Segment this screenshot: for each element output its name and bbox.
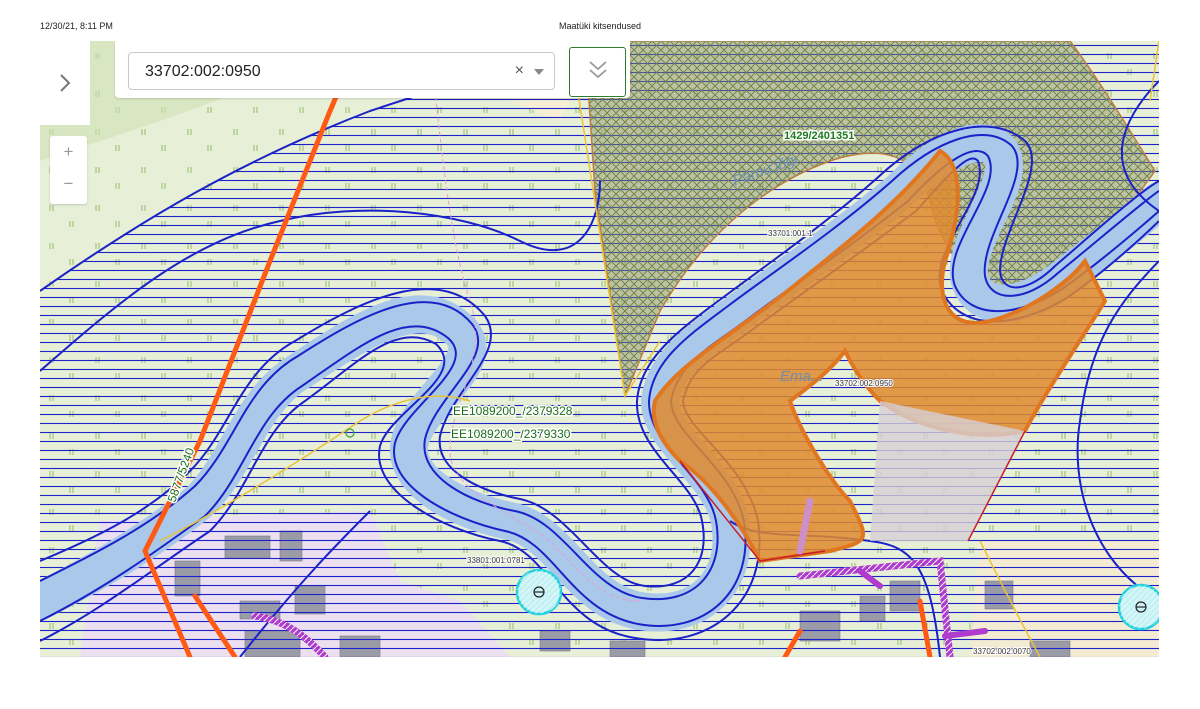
map-view[interactable]: 1429/2401351 EE1089200_/2379328 EE108920…	[40, 41, 1159, 657]
print-title: Maatüki kitsendused	[558, 21, 642, 31]
chevron-right-icon	[58, 72, 72, 98]
sidebar-expand-tab[interactable]	[40, 41, 90, 125]
label-parcel-a: 33801:001:0781	[467, 556, 525, 565]
clear-icon[interactable]: ×	[515, 62, 524, 80]
label-protected-area: 1429/2401351	[784, 130, 854, 142]
map-canvas[interactable]: 1429/2401351 EE1089200_/2379328 EE108920…	[40, 41, 1159, 657]
label-well-1: EE1089200_/2379328	[453, 404, 573, 418]
zoom-in-button[interactable]: +	[50, 136, 87, 168]
expand-details-button[interactable]	[569, 47, 626, 97]
double-chevron-down-icon	[589, 61, 607, 79]
label-well-2: EE1089200_/2379330	[451, 427, 571, 441]
zoom-control: + −	[50, 136, 87, 204]
label-parcel-c: 33701:001:1	[768, 229, 813, 238]
parcel-search-select[interactable]: 33702:002:0950 ×	[128, 52, 555, 90]
zoom-out-button[interactable]: −	[50, 168, 87, 200]
label-parcel-d: 33702:002:0950	[835, 379, 893, 388]
label-parcel-b: 33702:002:0070	[973, 647, 1031, 656]
well-symbol-1[interactable]	[515, 568, 563, 616]
parcel-search-value: 33702:002:0950	[145, 63, 261, 80]
chevron-down-icon[interactable]	[534, 69, 544, 75]
label-place: Ema...	[780, 368, 823, 385]
search-panel: 33702:002:0950 ×	[115, 41, 630, 98]
well-symbol-2[interactable]	[1117, 583, 1159, 631]
print-header: 12/30/21, 8:11 PM Maatüki kitsendused	[0, 0, 1200, 36]
